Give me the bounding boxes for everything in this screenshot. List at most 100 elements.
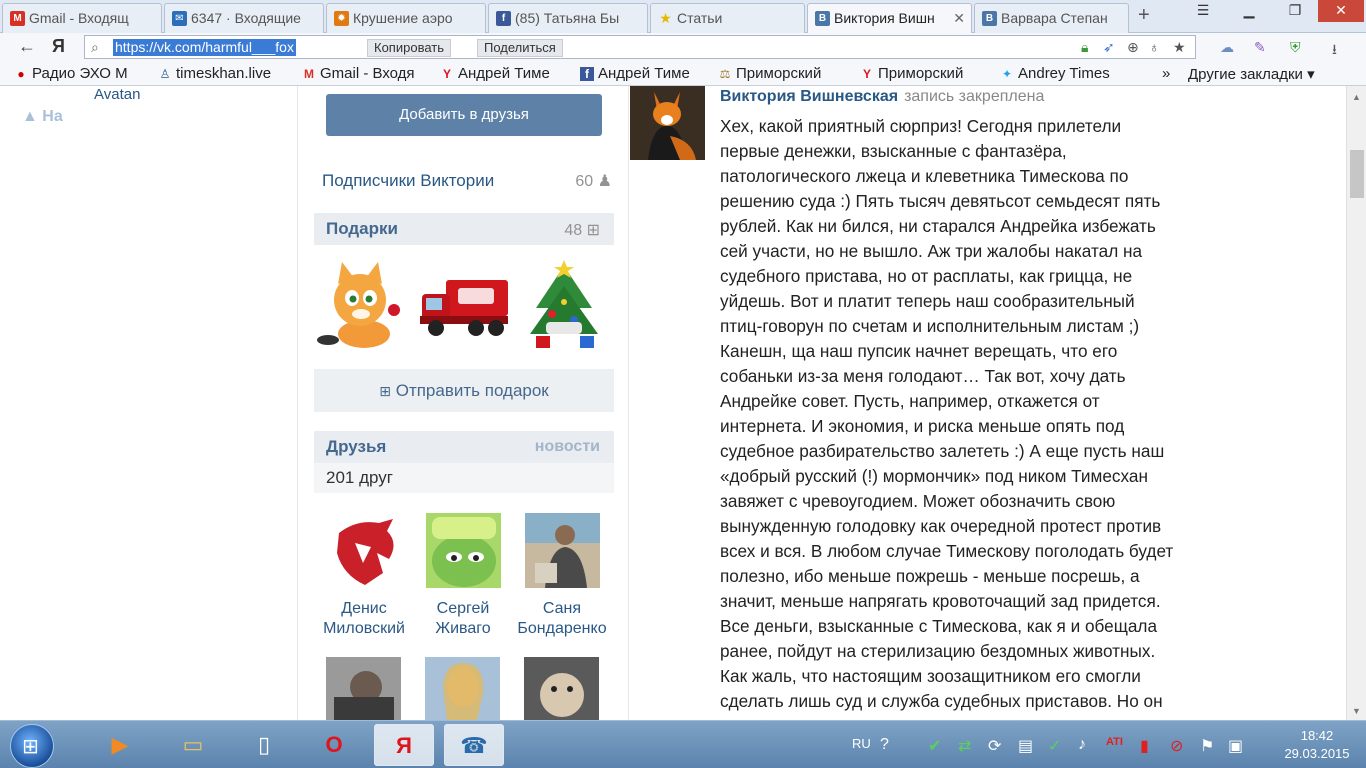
post-author-name[interactable]: Виктория Вишневская (720, 88, 898, 105)
friends-header[interactable]: Друзья новости (314, 431, 614, 463)
bulb-icon[interactable]: ♁ (1149, 39, 1160, 55)
battery-icon[interactable]: ▮ (1140, 736, 1149, 756)
sync-icon[interactable]: ⟳ (988, 736, 1001, 756)
check-icon[interactable]: ✔ (928, 736, 941, 756)
bookmark-item[interactable]: ♙ timeskhan.live (158, 65, 286, 82)
friend-avatar[interactable] (524, 657, 599, 720)
notepad-icon[interactable]: ▯ (234, 724, 294, 766)
post-text-line: рублей. Как ни бился, ни старался Андрей… (720, 216, 1156, 236)
send-gift-label: Отправить подарок (395, 381, 549, 400)
tab-viktoria[interactable]: B Виктория Вишн ✕ (807, 3, 972, 33)
scroll-up-icon[interactable]: ▲ (1352, 92, 1361, 102)
gift-cat-image[interactable] (316, 258, 412, 354)
restore-icon[interactable]: ❐ (1272, 0, 1318, 22)
explorer-icon[interactable]: ▭ (163, 724, 223, 766)
flag-icon[interactable]: ⚑ (1200, 736, 1214, 756)
bookmark-star-icon[interactable]: ★ (1173, 39, 1186, 56)
more-bookmarks-button[interactable]: » (1162, 65, 1170, 82)
friends-title: Друзья (326, 437, 387, 456)
friend-avatar[interactable] (425, 657, 500, 720)
friend-first-name: Сергей (436, 600, 490, 617)
bookmark-item[interactable]: Y Андрей Тиме (440, 65, 566, 82)
facebook-icon: f (580, 67, 594, 81)
url-field[interactable]: ⌕ https://vk.com/harmful___fox Копироват… (84, 35, 1196, 59)
friend-avatar[interactable] (326, 657, 401, 720)
tab-news[interactable]: ✹ Крушение аэро (326, 3, 486, 33)
copy-button[interactable]: Копировать (367, 39, 451, 57)
tab-title: (85) Татьяна Бы (515, 10, 620, 26)
bookmark-item[interactable]: f Андрей Тиме (580, 65, 706, 82)
menu-icon[interactable]: ☰ (1180, 0, 1226, 22)
gift-icon: ⊞ (379, 383, 391, 399)
add-friend-button[interactable]: Добавить в друзья (326, 94, 602, 136)
bookmark-item[interactable]: ✦ Andrey Times (1000, 65, 1126, 82)
gift-tree-image[interactable] (516, 258, 612, 354)
yandex-logo-icon[interactable]: Я (52, 36, 65, 57)
close-window-icon[interactable]: ✕ (1318, 0, 1364, 22)
feather-icon[interactable]: ✎ (1254, 39, 1266, 56)
post-text-line: Как жаль, что настоящим зоозащитником ег… (720, 666, 1141, 686)
tab-gmail[interactable]: M Gmail - Входящ (2, 3, 162, 33)
vk-page: Avatan ▲ На Добавить в друзья Подписчики… (0, 86, 1346, 720)
scrollbar-thumb[interactable] (1350, 150, 1364, 198)
tab-articles[interactable]: ★ Статьи (650, 3, 805, 33)
tab-mail[interactable]: ✉ 6347 · Входящие (164, 3, 324, 33)
minimize-icon[interactable]: ▁ (1226, 0, 1272, 22)
network-green-icon[interactable]: ⇄ (958, 736, 971, 756)
close-tab-icon[interactable]: ✕ (953, 4, 965, 32)
gift-truck-image[interactable] (416, 258, 512, 354)
url-text[interactable]: https://vk.com/harmful___fox (113, 39, 296, 56)
post-text-line: вынужденную голодовку как очередной прот… (720, 516, 1162, 536)
new-tab-button[interactable]: + (1138, 4, 1150, 27)
tab-varvara[interactable]: B Варвара Степан (974, 3, 1129, 33)
avatan-link[interactable]: Avatan (94, 86, 140, 103)
share-button[interactable]: Поделиться (477, 39, 563, 57)
friend-card[interactable]: Сергей Живаго (413, 513, 513, 639)
bookmark-item[interactable]: ● Радио ЭХО М (14, 65, 152, 82)
post-author-avatar[interactable] (630, 86, 705, 160)
other-bookmarks-button[interactable]: Другие закладки ▾ (1188, 65, 1315, 83)
yandex-browser-icon[interactable]: Я (374, 724, 434, 766)
rocket-icon[interactable]: ➶ (1103, 39, 1115, 56)
friends-news-link[interactable]: новости (535, 438, 600, 456)
speaker-icon[interactable]: ♪ (1078, 736, 1086, 754)
friends-count[interactable]: 201 друг (314, 463, 614, 493)
post-text-line: значит, меньше напрягать кровоточащий за… (720, 591, 1161, 611)
scroll-down-icon[interactable]: ▼ (1352, 706, 1361, 716)
zoom-icon[interactable]: ⊕ (1127, 39, 1139, 56)
gifts-header[interactable]: Подарки 48 ⊞ (314, 213, 614, 245)
subscribers-row[interactable]: Подписчики Виктории 60 ♟ (322, 171, 612, 191)
language-indicator[interactable]: RU (852, 736, 871, 751)
system-clock[interactable]: 18:42 29.03.2015 (1282, 727, 1352, 763)
chart-icon[interactable]: ▤ (1018, 736, 1033, 756)
ok-icon[interactable]: ✓ (1048, 736, 1061, 756)
blocked-icon[interactable]: ⊘ (1170, 736, 1183, 756)
search-icon: ⌕ (91, 39, 99, 55)
bookmark-item[interactable]: ⚖ Приморский (718, 65, 844, 82)
download-icon[interactable]: ⭳ (1332, 39, 1337, 63)
tab-facebook[interactable]: f (85) Татьяна Бы (488, 3, 648, 33)
friend-card[interactable]: Денис Миловский (314, 513, 414, 639)
shield-icon[interactable]: ⛨ (1290, 39, 1301, 56)
gift-box-icon: ⊞ (586, 222, 600, 239)
lock-icon[interactable]: 🔒︎ (1081, 39, 1088, 56)
media-player-icon[interactable]: ▶ (90, 724, 150, 766)
ati-icon[interactable]: ATI (1106, 736, 1123, 748)
scroll-up-button[interactable]: ▲ На (22, 108, 63, 126)
people-icon: ♟ (597, 173, 612, 190)
send-gift-button[interactable]: ⊞ Отправить подарок (314, 369, 614, 412)
windows-taskbar: ⊞ ▶ ▭ ▯ O Я ☎ RU ? ✔ ⇄ ⟳ ▤ ✓ ♪ ATI ▮ ⊘ ⚑… (0, 720, 1366, 768)
back-arrow-icon[interactable]: ← (18, 36, 36, 57)
bookmark-item[interactable]: M Gmail - Входя (302, 65, 428, 82)
cloud-icon[interactable]: ☁ (1220, 39, 1234, 56)
help-icon[interactable]: ? (880, 736, 889, 754)
start-button[interactable]: ⊞ (10, 724, 54, 768)
opera-icon[interactable]: O (304, 724, 364, 766)
friend-avatar (425, 513, 501, 588)
friend-card[interactable]: Саня Бондаренко (512, 513, 612, 639)
bookmark-item[interactable]: Y Приморский (860, 65, 986, 82)
phone-app-icon[interactable]: ☎ (444, 724, 504, 766)
page-scrollbar[interactable]: ▲ ▼ (1346, 86, 1366, 720)
monitor-icon[interactable]: ▣ (1228, 736, 1243, 756)
yandex-icon: Y (862, 67, 871, 81)
